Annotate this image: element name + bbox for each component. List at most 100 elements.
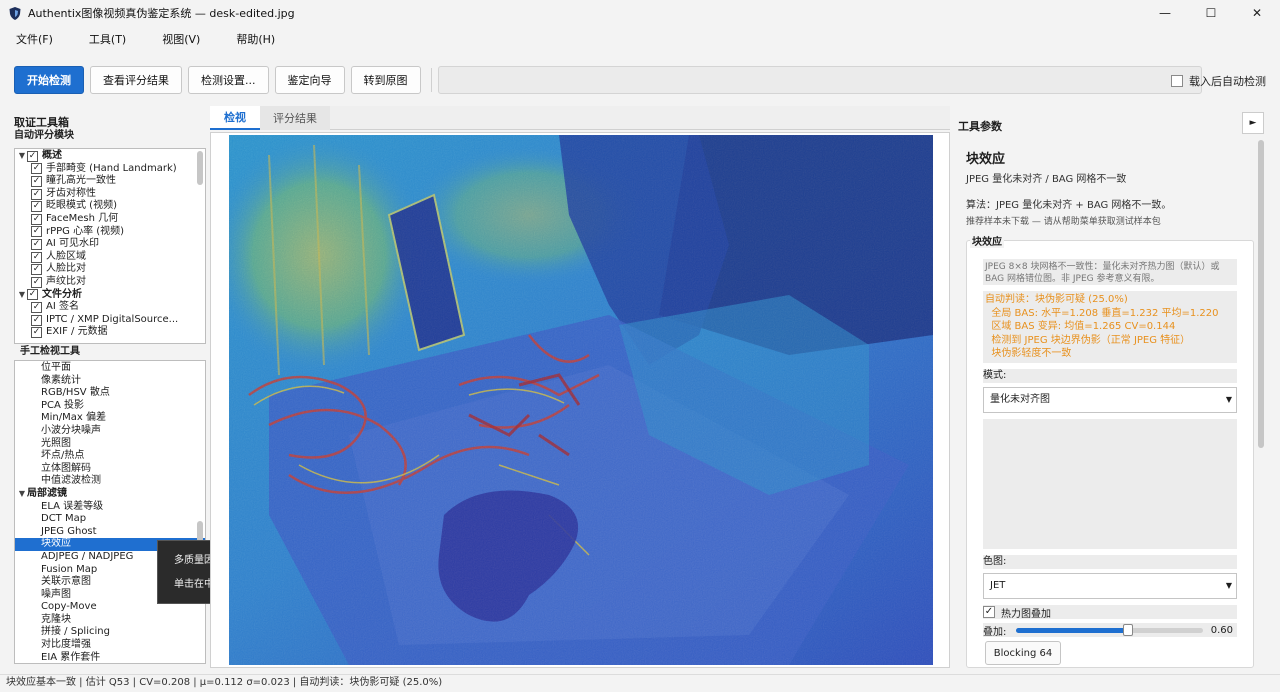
manual-tree-item[interactable]: 位平面: [15, 362, 205, 375]
toolbar-separator: [430, 68, 432, 92]
result-line: 块伪影轻度不一致: [985, 348, 1072, 359]
auto-tree-item[interactable]: ✓ 瞳孔高光一致性: [15, 175, 205, 188]
to-original-button[interactable]: 转到原图: [350, 66, 421, 94]
overlay-toggle-row[interactable]: ✓ 热力图叠加: [983, 605, 1237, 620]
manual-tree-item[interactable]: 像素统计: [15, 375, 205, 388]
overlay-checkbox[interactable]: ✓: [983, 606, 995, 618]
manual-tool-tree[interactable]: 位平面 像素统计 RGB/HSV 散点 PCA 投影 Min/Max 偏差 小波分块噪声光…: [14, 360, 206, 664]
manual-tree-item[interactable]: RGB/HSV 散点: [15, 387, 205, 400]
tree-item-label: 拼接 / Splicing: [41, 626, 110, 638]
tab-inspect[interactable]: 检视: [210, 106, 260, 130]
slider-handle[interactable]: [1123, 623, 1134, 636]
manual-tree-item[interactable]: 拼接 / Splicing: [15, 626, 205, 639]
auto-module-tree[interactable]: ▼ ✓ 概述 ✓ 手部畸变 (Hand Landmark) ✓ 瞳孔高光一致性 ✓ 牙齿对称性 ✓…: [14, 148, 206, 344]
result-line: 全局 BAS: 水平=1.208 垂直=1.232 平均=1.220: [985, 307, 1219, 319]
manual-tree-item[interactable]: 立体图解码: [15, 463, 205, 476]
wizard-button[interactable]: 鉴定向导: [274, 66, 345, 94]
chevron-down-icon: ▼: [1225, 581, 1232, 590]
tree-checkbox[interactable]: ✓: [31, 201, 42, 213]
auto-tree-scrollbar[interactable]: [197, 151, 203, 185]
tool-params-panel: 工具参数 ► 块效应 JPEG 量化未对齐 / BAG 网格不一致 算法：JPE…: [952, 106, 1270, 668]
tree-checkbox[interactable]: ✓: [31, 301, 42, 313]
auto-detect-label: 载入后自动检测: [1189, 75, 1266, 88]
collapse-panel-button[interactable]: ►: [1242, 112, 1264, 134]
tree-item-label: FaceMesh 几何: [46, 212, 119, 224]
expand-arrow-icon[interactable]: ▼: [17, 289, 27, 302]
minimize-button[interactable]: —: [1142, 0, 1188, 26]
auto-tree-item[interactable]: ✓ IPTC / XMP DigitalSource...: [15, 314, 205, 327]
manual-tree-item[interactable]: PCA 投影: [15, 400, 205, 413]
tree-item-label: 坏点/热点: [41, 450, 85, 462]
auto-tree-item[interactable]: ✓ 手部畸变 (Hand Landmark): [15, 163, 205, 176]
close-button[interactable]: ✕: [1234, 0, 1280, 26]
overlay-slider[interactable]: [1016, 623, 1203, 636]
menu-view[interactable]: 视图(V): [152, 31, 210, 47]
view-results-button[interactable]: 查看评分结果: [90, 66, 182, 94]
tree-checkbox[interactable]: ✓: [31, 327, 42, 339]
center-view: 检视 评分结果: [210, 106, 950, 668]
tree-checkbox[interactable]: ✓: [27, 289, 38, 301]
menu-file[interactable]: 文件(F): [6, 31, 63, 47]
auto-detect-option[interactable]: 载入后自动检测: [1171, 73, 1266, 89]
tree-checkbox[interactable]: ✓: [31, 238, 42, 250]
manual-tree-item[interactable]: 光照图: [15, 438, 205, 451]
tree-checkbox[interactable]: ✓: [31, 213, 42, 225]
manual-tree-item[interactable]: 中值滤波检测: [15, 475, 205, 488]
manual-tree-item[interactable]: DCT Map: [15, 513, 205, 526]
auto-tree-item[interactable]: ✓ 人脸比对: [15, 263, 205, 276]
tree-checkbox[interactable]: ✓: [31, 188, 42, 200]
maximize-button[interactable]: ☐: [1188, 0, 1234, 26]
detection-settings-button[interactable]: 检测设置...: [188, 66, 269, 94]
tree-checkbox[interactable]: ✓: [31, 251, 42, 263]
manual-tree-item[interactable]: ▼ 局部滤镜: [15, 488, 205, 501]
progress-area: [437, 66, 1202, 94]
mode-select[interactable]: 量化未对齐图 ▼: [983, 387, 1237, 413]
tree-checkbox[interactable]: ✓: [31, 314, 42, 326]
tree-checkbox[interactable]: ✓: [31, 163, 42, 175]
auto-detect-checkbox[interactable]: [1171, 75, 1183, 87]
tree-checkbox[interactable]: ✓: [31, 276, 42, 288]
auto-tree-item[interactable]: ✓ 人脸区域: [15, 251, 205, 264]
tree-item-label: rPPG 心率 (视频): [46, 225, 125, 237]
blocking-heatmap-image[interactable]: [229, 135, 933, 665]
auto-tree-item[interactable]: ✓ 眨眼模式 (视频): [15, 200, 205, 213]
tool-algorithm: 算法：JPEG 量化未对齐 + BAG 网格不一致。: [966, 200, 1172, 211]
mode-select-value: 量化未对齐图: [990, 394, 1050, 405]
manual-tree-item[interactable]: ELA 误差等级: [15, 501, 205, 514]
auto-tree-item[interactable]: ✓ 声纹比对: [15, 276, 205, 289]
colormap-select[interactable]: JET ▼: [983, 573, 1237, 599]
manual-tree-item[interactable]: 克隆块: [15, 614, 205, 627]
start-detection-button[interactable]: 开始检测: [14, 66, 84, 94]
auto-tree-item[interactable]: ✓ EXIF / 元数据: [15, 326, 205, 339]
tree-item-label: 眨眼模式 (视频): [46, 200, 117, 212]
tree-item-label: EIA 累作套件: [41, 651, 101, 663]
status-bar: 块效应基本一致 | 估计 Q53 | CV=0.208 | μ=0.112 σ=…: [0, 674, 1280, 692]
auto-tree-item[interactable]: ▼ ✓ 概述: [15, 150, 205, 163]
auto-tree-item[interactable]: ✓ 牙齿对称性: [15, 188, 205, 201]
expand-arrow-icon[interactable]: ▼: [17, 150, 27, 163]
tree-checkbox[interactable]: ✓: [31, 175, 42, 187]
tree-checkbox[interactable]: ✓: [31, 264, 42, 276]
auto-tree-item[interactable]: ✓ AI 签名: [15, 301, 205, 314]
tree-checkbox[interactable]: ✓: [27, 150, 38, 162]
menu-help[interactable]: 帮助(H): [226, 31, 285, 47]
manual-tree-item[interactable]: EIA 累作套件: [15, 651, 205, 663]
auto-tree-item[interactable]: ✓ AI 可见水印: [15, 238, 205, 251]
params-scrollbar[interactable]: [1258, 140, 1264, 448]
toolbar: 开始检测 查看评分结果 检测设置... 鉴定向导 转到原图 载入后自动检测: [8, 60, 1272, 100]
expand-arrow-icon[interactable]: ▼: [17, 488, 27, 501]
auto-tree-item[interactable]: ✓ FaceMesh 几何: [15, 213, 205, 226]
auto-tree-item[interactable]: ✓ rPPG 心率 (视频): [15, 226, 205, 239]
tree-item-label: 像素统计: [41, 374, 81, 386]
menu-tools[interactable]: 工具(T): [79, 31, 136, 47]
manual-tree-item[interactable]: JPEG Ghost: [15, 526, 205, 539]
image-viewer[interactable]: [210, 132, 950, 668]
tree-checkbox[interactable]: ✓: [31, 226, 42, 238]
manual-tree-item[interactable]: Min/Max 偏差: [15, 412, 205, 425]
manual-tree-item[interactable]: 坏点/热点: [15, 450, 205, 463]
auto-tree-item[interactable]: ▼ ✓ 文件分析: [15, 289, 205, 302]
manual-tree-item[interactable]: 小波分块噪声: [15, 425, 205, 438]
manual-tree-item[interactable]: 对比度增强: [15, 639, 205, 652]
tab-score-results[interactable]: 评分结果: [260, 106, 330, 130]
blocking-64-button[interactable]: Blocking 64: [985, 641, 1061, 665]
